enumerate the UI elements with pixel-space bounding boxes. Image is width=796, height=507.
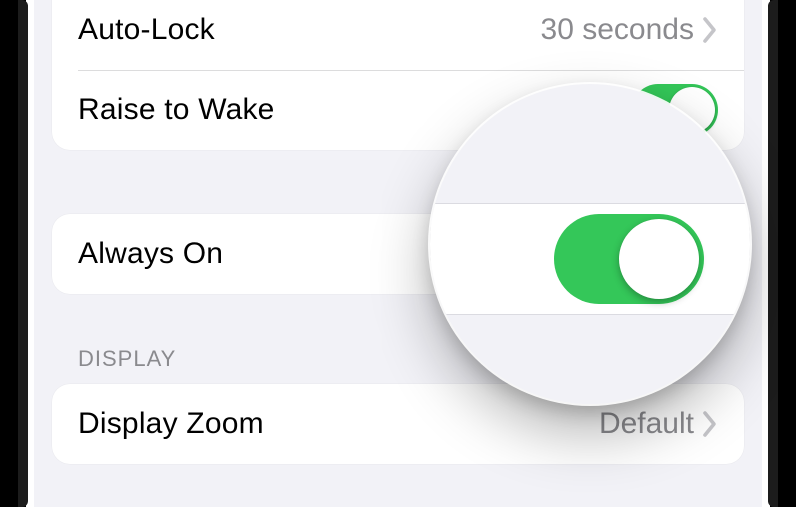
magnified-row-always-on bbox=[430, 204, 750, 314]
chevron-right-icon bbox=[702, 16, 718, 44]
auto-lock-label: Auto-Lock bbox=[78, 13, 541, 47]
display-zoom-label: Display Zoom bbox=[78, 407, 599, 441]
magnified-always-on-toggle[interactable] bbox=[554, 214, 704, 304]
phone-bezel-left bbox=[0, 0, 26, 507]
phone-bezel-right bbox=[770, 0, 796, 507]
row-auto-lock[interactable]: Auto-Lock 30 seconds bbox=[52, 0, 744, 70]
toggle-knob bbox=[619, 219, 699, 299]
settings-group-display: Display Zoom Default bbox=[52, 384, 744, 464]
chevron-right-icon bbox=[702, 410, 718, 438]
display-zoom-value: Default bbox=[599, 407, 694, 441]
auto-lock-value: 30 seconds bbox=[541, 13, 694, 47]
row-display-zoom[interactable]: Display Zoom Default bbox=[52, 384, 744, 464]
magnifier-callout bbox=[430, 84, 750, 404]
